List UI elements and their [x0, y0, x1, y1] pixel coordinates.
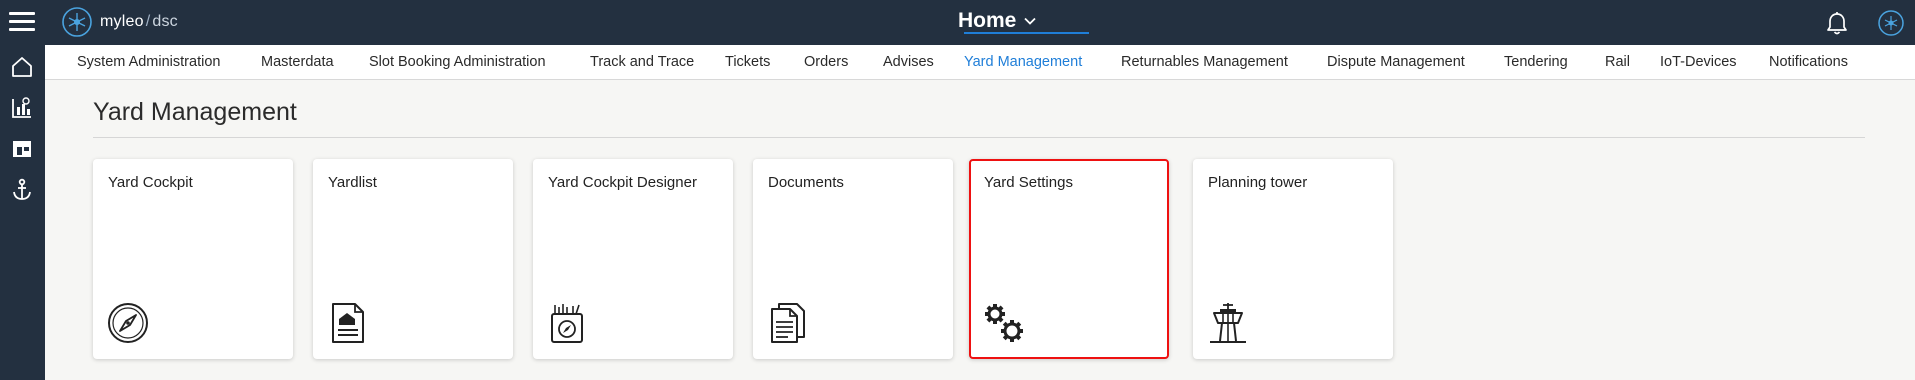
tab-masterdata[interactable]: Masterdata: [261, 54, 334, 70]
card-planning-tower[interactable]: Planning tower: [1193, 159, 1393, 359]
card-label: Yard Cockpit Designer: [548, 174, 697, 191]
user-avatar-icon[interactable]: [1877, 9, 1905, 37]
tab-notifications[interactable]: Notifications: [1769, 54, 1848, 70]
logo-separator: /: [145, 13, 151, 30]
menu-icon[interactable]: [9, 12, 35, 32]
tab-system-administration[interactable]: System Administration: [77, 54, 220, 70]
card-yardlist[interactable]: Yardlist: [313, 159, 513, 359]
dashboard-icon[interactable]: [9, 136, 35, 162]
analytics-icon[interactable]: [9, 95, 35, 121]
logo-name: myleo: [100, 13, 144, 30]
logo-suffix: dsc: [152, 13, 178, 30]
tab-returnables-management[interactable]: Returnables Management: [1121, 54, 1288, 70]
card-yard-cockpit[interactable]: Yard Cockpit: [93, 159, 293, 359]
document-house-icon: [332, 303, 364, 343]
tab-iot-devices[interactable]: IoT-Devices: [1660, 54, 1737, 70]
card-label: Yardlist: [328, 174, 377, 191]
card-label: Yard Settings: [984, 174, 1073, 191]
logo-icon: [62, 7, 92, 37]
active-tab-indicator: [964, 32, 1089, 34]
notification-bell-icon[interactable]: [1825, 11, 1849, 37]
sidebar: [0, 45, 45, 380]
title-divider: [93, 137, 1865, 138]
tab-rail[interactable]: Rail: [1605, 54, 1630, 70]
page-title: Yard Management: [93, 98, 297, 126]
tab-tendering[interactable]: Tendering: [1504, 54, 1568, 70]
page-switcher-label: Home: [958, 9, 1017, 32]
tab-advises[interactable]: Advises: [883, 54, 934, 70]
card-label: Planning tower: [1208, 174, 1308, 191]
logo-text: myleo / dsc: [100, 13, 178, 31]
card-label: Documents: [768, 174, 844, 191]
tab-dispute-management[interactable]: Dispute Management: [1327, 54, 1465, 70]
control-tower-icon: [1210, 303, 1246, 343]
tab-tickets[interactable]: Tickets: [725, 54, 770, 70]
compass-icon: [108, 303, 148, 343]
tab-yard-management[interactable]: Yard Management: [964, 54, 1082, 70]
home-icon[interactable]: [9, 54, 35, 80]
gears-icon: [985, 304, 1023, 342]
designer-compass-icon: [551, 304, 583, 343]
documents-icon: [771, 303, 805, 343]
tab-slot-booking-administration[interactable]: Slot Booking Administration: [369, 54, 546, 70]
page-switcher[interactable]: Home: [958, 9, 1036, 33]
card-documents[interactable]: Documents: [753, 159, 953, 359]
anchor-icon[interactable]: [9, 177, 35, 203]
card-label: Yard Cockpit: [108, 174, 193, 191]
tab-track-and-trace[interactable]: Track and Trace: [590, 54, 694, 70]
card-yard-settings[interactable]: Yard Settings: [969, 159, 1169, 359]
app-logo[interactable]: myleo / dsc: [60, 5, 178, 39]
top-bar: myleo / dsc Home: [0, 0, 1915, 45]
chevron-down-icon: [1024, 17, 1036, 25]
module-nav: System Administration Masterdata Slot Bo…: [45, 45, 1915, 80]
card-yard-cockpit-designer[interactable]: Yard Cockpit Designer: [533, 159, 733, 359]
tab-orders[interactable]: Orders: [804, 54, 848, 70]
